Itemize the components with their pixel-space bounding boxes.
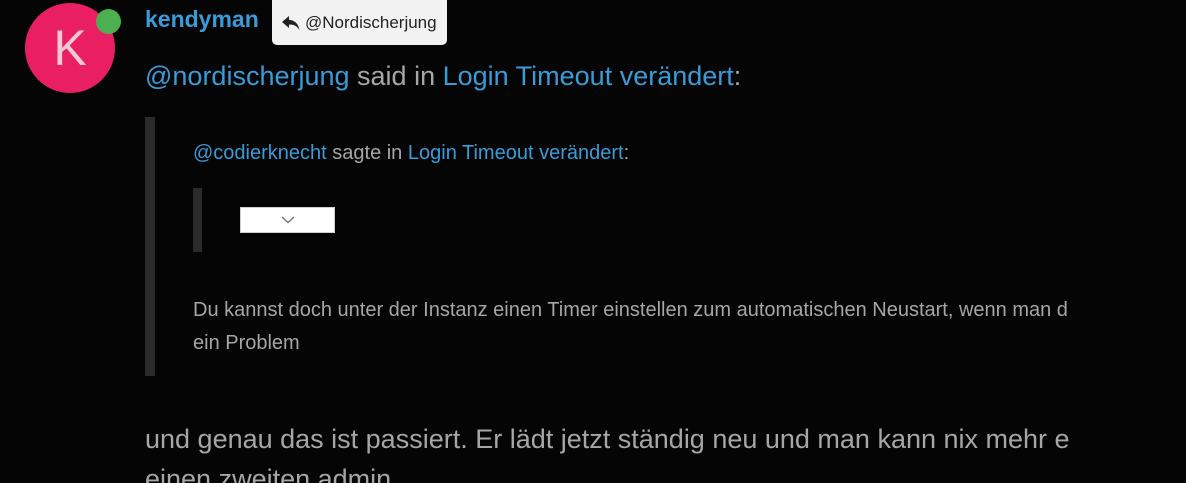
- nested-blockquote: [193, 188, 202, 252]
- chevron-down-icon: [280, 216, 295, 224]
- post-body-line: und genau das ist passiert. Er lädt jetz…: [145, 424, 1070, 454]
- said-in-text: said in: [349, 61, 443, 91]
- username-link[interactable]: kendyman: [145, 6, 259, 33]
- topic-link[interactable]: Login Timeout verändert: [443, 61, 734, 91]
- mention-link[interactable]: @nordischerjung: [145, 61, 350, 91]
- reply-to-button[interactable]: @Nordischerjung: [272, 0, 447, 45]
- post-body: und genau das ist passiert. Er lädt jetz…: [145, 419, 1070, 483]
- online-status-icon: [96, 9, 121, 34]
- nested-quote-attribution: @codierknecht sagte in Login Timeout ver…: [193, 142, 629, 165]
- avatar-letter: K: [53, 20, 87, 76]
- colon-text: :: [733, 61, 742, 91]
- expand-quote-button[interactable]: [240, 207, 335, 233]
- reply-arrow-icon: [282, 15, 300, 30]
- quote-text-line: ein Problem: [193, 332, 300, 354]
- nested-colon-text: :: [623, 142, 630, 164]
- post-body-line: einen zweiten admin.: [145, 464, 399, 483]
- quote-text: Du kannst doch unter der Instanz einen T…: [193, 294, 1186, 360]
- reply-to-label: @Nordischerjung: [305, 12, 437, 32]
- nested-said-in-text: sagte in: [326, 142, 408, 164]
- nested-topic-link[interactable]: Login Timeout verändert: [408, 142, 624, 164]
- nested-mention-link[interactable]: @codierknecht: [193, 142, 327, 164]
- forum-post: K kendyman @Nordischerjung @nordischerju…: [0, 0, 1186, 483]
- quote-attribution: @nordischerjung said in Login Timeout ve…: [145, 61, 741, 92]
- quote-text-line: Du kannst doch unter der Instanz einen T…: [193, 299, 1068, 321]
